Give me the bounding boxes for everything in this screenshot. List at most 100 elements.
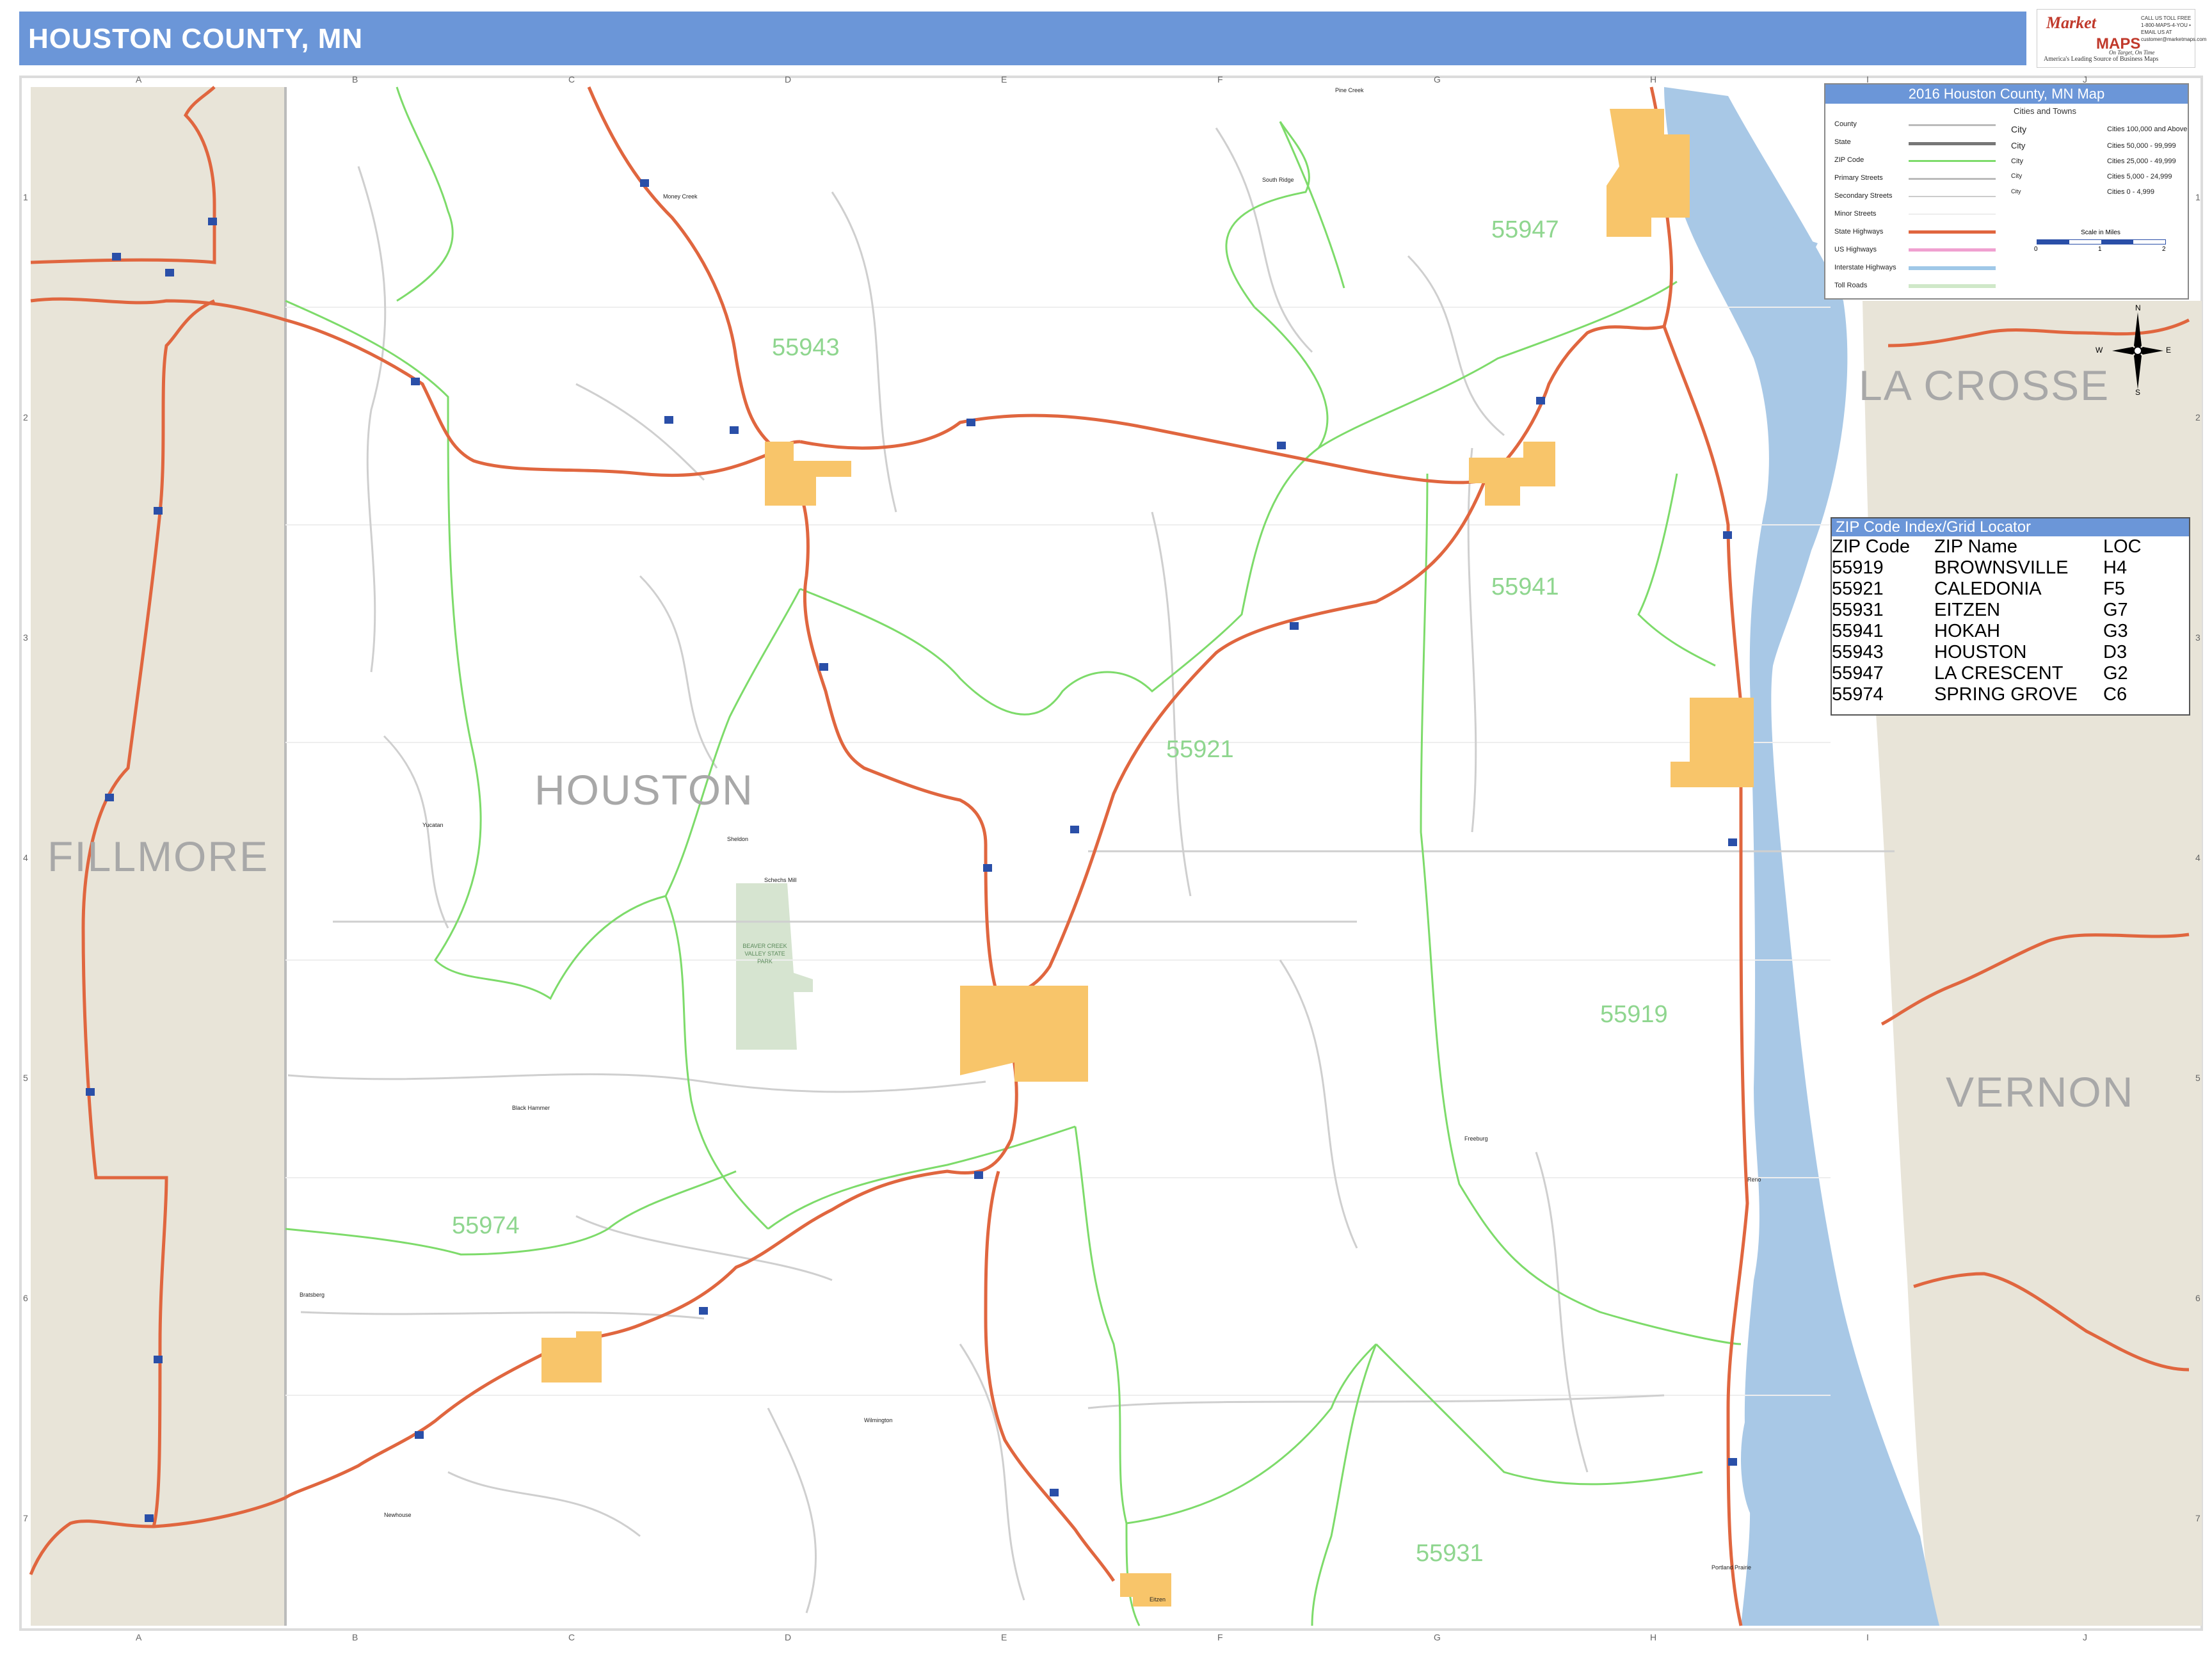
zip-label-55921: 55921 xyxy=(1166,736,1234,763)
legend-city-3: City xyxy=(2011,157,2023,165)
legend-city-2: City xyxy=(2011,141,2026,150)
park-label: BEAVER CREEK VALLEY STATE PARK xyxy=(742,943,787,965)
grid-row-2-right: 2 xyxy=(2195,412,2200,422)
grid-row-1-right: 1 xyxy=(2195,192,2200,202)
town-label-schechs-mill: Schechs Mill xyxy=(764,877,797,883)
scale-tick-2: 2 xyxy=(2162,246,2166,253)
legend-row-primary: Primary Streets xyxy=(1834,174,1883,182)
grid-col-d-bottom: D xyxy=(785,1632,792,1642)
zip-code-cell: 55921 xyxy=(1832,579,1884,599)
town-label-eitzen: Eitzen xyxy=(1150,1596,1166,1603)
us-highway-line-icon xyxy=(1909,248,1996,252)
grid-col-e-bottom: E xyxy=(1001,1632,1007,1642)
grid-row-1: 1 xyxy=(23,192,28,202)
legend-pop-2: Cities 50,000 - 99,999 xyxy=(2107,142,2176,150)
zip-code-cell: 55943 xyxy=(1832,642,1884,662)
county-line-icon xyxy=(1909,124,1996,126)
town-label-portland-prairie: Portland Prairie xyxy=(1711,1564,1752,1571)
zip-col-loc: LOC xyxy=(2103,536,2142,557)
grid-row-4: 4 xyxy=(23,853,28,863)
grid-col-h-bottom: H xyxy=(1650,1632,1657,1642)
zip-index-header: ZIP Code ZIP Name LOC xyxy=(1832,536,2189,557)
grid-row-6-right: 6 xyxy=(2195,1293,2200,1303)
legend-city-5: City xyxy=(2011,188,2021,195)
scale-bar xyxy=(2037,239,2166,244)
zip-index-row: 55941 HOKAH G3 xyxy=(1832,621,2189,642)
primary-street-line-icon xyxy=(1909,178,1996,180)
grid-col-i-bottom: I xyxy=(1866,1632,1869,1642)
zip-loc-cell: D3 xyxy=(2103,642,2128,662)
state-line-icon xyxy=(1909,142,1996,145)
legend-row-state: State xyxy=(1834,138,1851,146)
grid-row-4-right: 4 xyxy=(2195,853,2200,863)
grid-col-f: F xyxy=(1217,74,1223,84)
town-label-reno: Reno xyxy=(1747,1176,1761,1183)
grid-row-3-right: 3 xyxy=(2195,632,2200,643)
zip-index-title: ZIP Code Index/Grid Locator xyxy=(1832,518,2189,536)
secondary-street-line-icon xyxy=(1909,196,1996,197)
zip-loc-cell: H4 xyxy=(2103,557,2128,578)
zip-col-name: ZIP Name xyxy=(1934,536,2018,557)
wisconsin-counties-area xyxy=(1863,301,2202,1626)
grid-row-3: 3 xyxy=(23,632,28,643)
town-label-bratsberg: Bratsberg xyxy=(300,1292,325,1298)
zip-code-index: ZIP Code Index/Grid Locator ZIP Code ZIP… xyxy=(1831,517,2190,716)
legend-row-state-highways: State Highways xyxy=(1834,228,1884,236)
zip-name-cell: CALEDONIA xyxy=(1934,579,2042,599)
grid-row-6: 6 xyxy=(23,1293,28,1303)
zip-line-icon xyxy=(1909,160,1996,162)
legend-row-minor: Minor Streets xyxy=(1834,210,1877,218)
legend-row-county: County xyxy=(1834,120,1857,128)
zip-name-cell: SPRING GROVE xyxy=(1934,684,2078,705)
grid-row-5-right: 5 xyxy=(2195,1073,2200,1083)
zip-index-row: 55919 BROWNSVILLE H4 xyxy=(1832,557,2189,579)
zip-name-cell: LA CRESCENT xyxy=(1934,663,2064,684)
grid-col-h: H xyxy=(1650,74,1657,84)
zip-loc-cell: F5 xyxy=(2103,579,2125,599)
grid-col-f-bottom: F xyxy=(1217,1632,1223,1642)
zip-label-55974: 55974 xyxy=(452,1212,520,1239)
grid-col-j-bottom: J xyxy=(2083,1632,2087,1642)
toll-road-line-icon xyxy=(1909,284,1996,288)
zip-col-code: ZIP Code xyxy=(1832,536,1910,557)
grid-col-e: E xyxy=(1001,74,1007,84)
legend-title: 2016 Houston County, MN Map xyxy=(1825,84,2188,104)
county-label-houston: HOUSTON xyxy=(534,766,754,813)
town-label-black-hammer: Black Hammer xyxy=(512,1105,550,1111)
zip-code-cell: 55947 xyxy=(1832,663,1884,684)
grid-col-g: G xyxy=(1434,74,1441,84)
town-label-sheldon: Sheldon xyxy=(727,836,749,842)
zip-label-55931: 55931 xyxy=(1416,1540,1484,1567)
town-label-yucatan: Yucatan xyxy=(422,822,444,828)
compass-w: W xyxy=(2096,346,2103,355)
legend-pop-4: Cities 5,000 - 24,999 xyxy=(2107,173,2172,180)
minor-streets xyxy=(287,127,1895,1614)
river-backwater-south xyxy=(1741,1389,1792,1530)
legend-city-1: City xyxy=(2011,124,2027,134)
grid-col-b-bottom: B xyxy=(352,1632,358,1642)
legend-row-interstate: Interstate Highways xyxy=(1834,264,1896,271)
grid-col-c-bottom: C xyxy=(568,1632,575,1642)
zip-code-cell: 55941 xyxy=(1832,621,1884,641)
zip-label-55941: 55941 xyxy=(1491,573,1559,600)
legend-row-us-highways: US Highways xyxy=(1834,246,1877,253)
zip-label-55919: 55919 xyxy=(1600,1001,1668,1028)
zip-index-row: 55931 EITZEN G7 xyxy=(1832,600,2189,621)
zip-code-cell: 55974 xyxy=(1832,684,1884,705)
compass-e: E xyxy=(2166,346,2172,355)
scale-tick-0: 0 xyxy=(2034,246,2038,253)
town-label-newhouse: Newhouse xyxy=(384,1512,412,1518)
grid-row-2: 2 xyxy=(23,412,28,422)
scale-tick-1: 1 xyxy=(2098,246,2102,253)
grid-col-b: B xyxy=(352,74,358,84)
map-legend: 2016 Houston County, MN Map Cities and T… xyxy=(1824,83,2189,300)
zip-name-cell: HOKAH xyxy=(1934,621,2001,641)
zip-code-cell: 55919 xyxy=(1832,557,1884,578)
zip-name-cell: BROWNSVILLE xyxy=(1934,557,2069,578)
state-park-area xyxy=(736,883,813,1050)
city-areas xyxy=(541,109,1754,1607)
grid-row-7: 7 xyxy=(23,1513,28,1523)
zip-loc-cell: G7 xyxy=(2103,600,2128,620)
zip-index-row: 55974 SPRING GROVE C6 xyxy=(1832,684,2189,705)
grid-col-d: D xyxy=(785,74,792,84)
